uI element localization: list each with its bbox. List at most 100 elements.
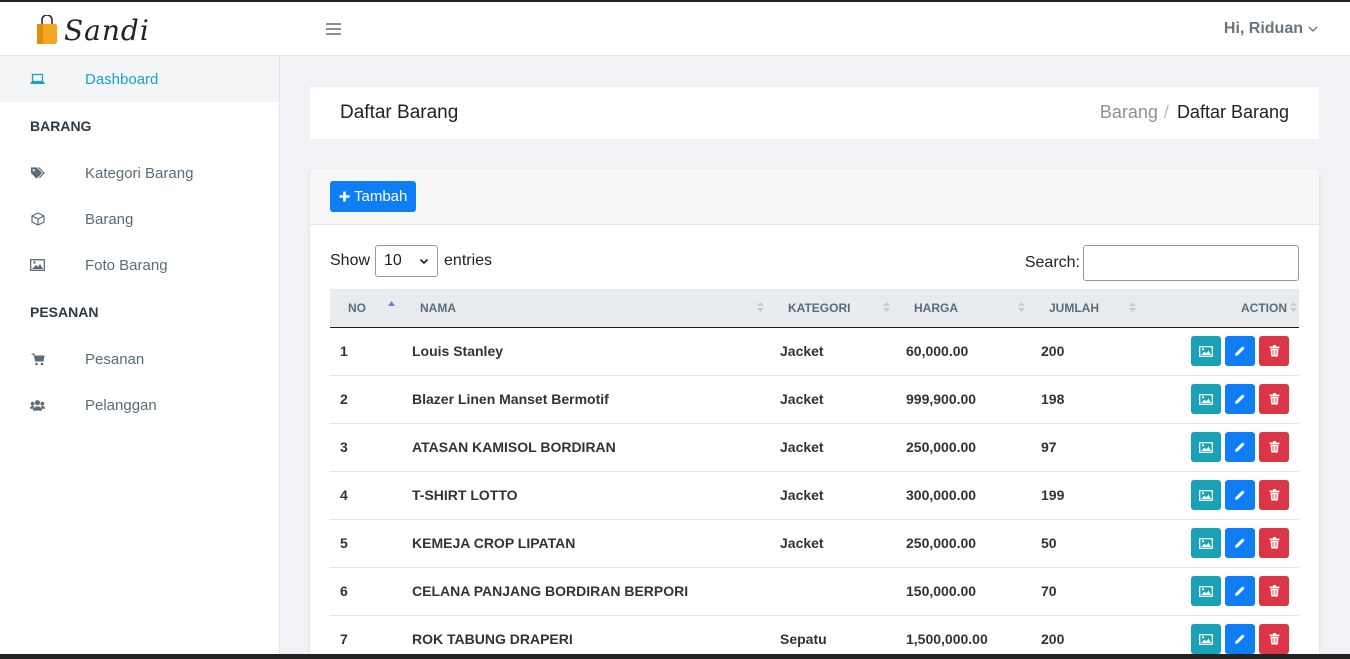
- plus-icon: [339, 191, 350, 202]
- cell-kategori: Jacket: [770, 519, 896, 568]
- edit-button[interactable]: [1225, 384, 1255, 414]
- table-row: 1 Louis Stanley Jacket 60,000.00 200: [330, 327, 1299, 376]
- view-photo-button[interactable]: [1191, 528, 1221, 558]
- page-length-select[interactable]: 10: [375, 245, 439, 277]
- column-header-kategori[interactable]: KATEGORI: [770, 289, 896, 328]
- table-row: 7 ROK TABUNG DRAPERI Sepatu 1,500,000.00 200: [330, 615, 1299, 659]
- image-icon: [1199, 585, 1213, 597]
- cell-harga: 250,000.00: [896, 423, 1031, 472]
- pencil-icon: [1234, 489, 1246, 501]
- cell-no: 3: [330, 423, 402, 472]
- tags-icon: [30, 166, 45, 181]
- add-button-label: Tambah: [354, 188, 408, 205]
- page-header: Daftar Barang Barang / Daftar Barang: [310, 87, 1319, 139]
- cell-kategori: Jacket: [770, 327, 896, 376]
- sidebar-item-dashboard[interactable]: Dashboard: [0, 56, 279, 102]
- cell-jumlah: 198: [1031, 375, 1142, 424]
- sidebar-item-label: Dashboard: [85, 70, 159, 88]
- sort-icon: [883, 302, 890, 312]
- sidebar-section-barang: BARANG: [30, 118, 92, 134]
- sidebar-item-pesanan[interactable]: Pesanan: [0, 336, 279, 382]
- sort-asc-icon: [388, 301, 395, 306]
- add-button[interactable]: Tambah: [330, 181, 417, 212]
- user-menu[interactable]: Hi, Riduan: [1224, 20, 1318, 38]
- view-photo-button[interactable]: [1191, 336, 1221, 366]
- column-header-jumlah[interactable]: JUMLAH: [1031, 289, 1142, 328]
- search-input[interactable]: [1083, 245, 1299, 281]
- column-header-no[interactable]: NO: [330, 289, 402, 328]
- delete-button[interactable]: [1259, 432, 1289, 462]
- trash-icon: [1269, 537, 1280, 549]
- window-bottom-edge: [0, 654, 1350, 659]
- cell-action: [1142, 519, 1299, 568]
- chevron-down-icon: [419, 258, 429, 265]
- column-header-harga[interactable]: HARGA: [896, 289, 1031, 328]
- shopping-bag-logo-icon: [37, 15, 57, 44]
- cell-nama: ROK TABUNG DRAPERI: [402, 615, 770, 659]
- edit-button[interactable]: [1225, 480, 1255, 510]
- sidebar-item-pelanggan[interactable]: Pelanggan: [0, 382, 279, 428]
- edit-button[interactable]: [1225, 576, 1255, 606]
- delete-button[interactable]: [1259, 576, 1289, 606]
- view-photo-button[interactable]: [1191, 624, 1221, 654]
- image-icon: [1199, 633, 1213, 645]
- cell-action: [1142, 423, 1299, 472]
- menu-toggle-icon[interactable]: [326, 23, 341, 35]
- delete-button[interactable]: [1259, 624, 1289, 654]
- image-icon: [1199, 489, 1213, 501]
- cell-harga: 150,000.00: [896, 567, 1031, 616]
- trash-icon: [1269, 345, 1280, 357]
- cell-no: 1: [330, 327, 402, 376]
- delete-button[interactable]: [1259, 528, 1289, 558]
- cell-kategori: [770, 567, 896, 616]
- column-header-action[interactable]: ACTION: [1142, 289, 1299, 328]
- delete-button[interactable]: [1259, 480, 1289, 510]
- breadcrumb-separator: /: [1163, 102, 1169, 122]
- brand[interactable]: Sandi: [36, 12, 150, 48]
- edit-button[interactable]: [1225, 528, 1255, 558]
- sidebar-item-barang[interactable]: Barang: [0, 196, 279, 242]
- delete-button[interactable]: [1259, 384, 1289, 414]
- pencil-icon: [1234, 537, 1246, 549]
- image-icon: [1199, 393, 1213, 405]
- view-photo-button[interactable]: [1191, 576, 1221, 606]
- entries-label: entries: [444, 252, 493, 269]
- cell-jumlah: 199: [1031, 471, 1142, 520]
- delete-button[interactable]: [1259, 336, 1289, 366]
- box-icon: [30, 212, 45, 227]
- image-icon: [1199, 441, 1213, 453]
- sidebar-item-label: Pesanan: [85, 350, 145, 368]
- edit-button[interactable]: [1225, 336, 1255, 366]
- table-row: 6 CELANA PANJANG BORDIRAN BERPORI 150,000.…: [330, 567, 1299, 616]
- sidebar-item-foto-barang[interactable]: Foto Barang: [0, 242, 279, 288]
- cell-no: 6: [330, 567, 402, 616]
- column-header-nama[interactable]: NAMA: [402, 289, 770, 328]
- edit-button[interactable]: [1225, 624, 1255, 654]
- cell-nama: Louis Stanley: [402, 327, 770, 376]
- sidebar-item-kategori-barang[interactable]: Kategori Barang: [0, 150, 279, 196]
- edit-button[interactable]: [1225, 432, 1255, 462]
- breadcrumb: Barang / Daftar Barang: [1100, 102, 1289, 123]
- cell-jumlah: 50: [1031, 519, 1142, 568]
- cell-action: [1142, 327, 1299, 376]
- sort-icon: [1018, 302, 1025, 312]
- sidebar-item-label: Pelanggan: [85, 396, 157, 414]
- pencil-icon: [1234, 441, 1246, 453]
- cell-kategori: Sepatu: [770, 615, 896, 659]
- view-photo-button[interactable]: [1191, 432, 1221, 462]
- cell-action: [1142, 375, 1299, 424]
- breadcrumb-link-barang[interactable]: Barang: [1100, 102, 1158, 123]
- cell-action: [1142, 567, 1299, 616]
- top-navbar: Sandi Hi, Riduan: [0, 0, 1350, 56]
- sort-icon: [1290, 302, 1297, 312]
- table-row: 2 Blazer Linen Manset Bermotif Jacket 999,9…: [330, 375, 1299, 424]
- view-photo-button[interactable]: [1191, 480, 1221, 510]
- cell-no: 7: [330, 615, 402, 659]
- users-icon: [30, 398, 45, 413]
- cell-nama: ATASAN KAMISOL BORDIRAN: [402, 423, 770, 472]
- table-row: 3 ATASAN KAMISOL BORDIRAN Jacket 250,000.00…: [330, 423, 1299, 472]
- view-photo-button[interactable]: [1191, 384, 1221, 414]
- cell-nama: KEMEJA CROP LIPATAN: [402, 519, 770, 568]
- products-table: NO NAMA KATEGORI HARGA JUMLAH ACTION 1 L…: [330, 289, 1299, 659]
- sidebar-item-label: Kategori Barang: [85, 164, 194, 182]
